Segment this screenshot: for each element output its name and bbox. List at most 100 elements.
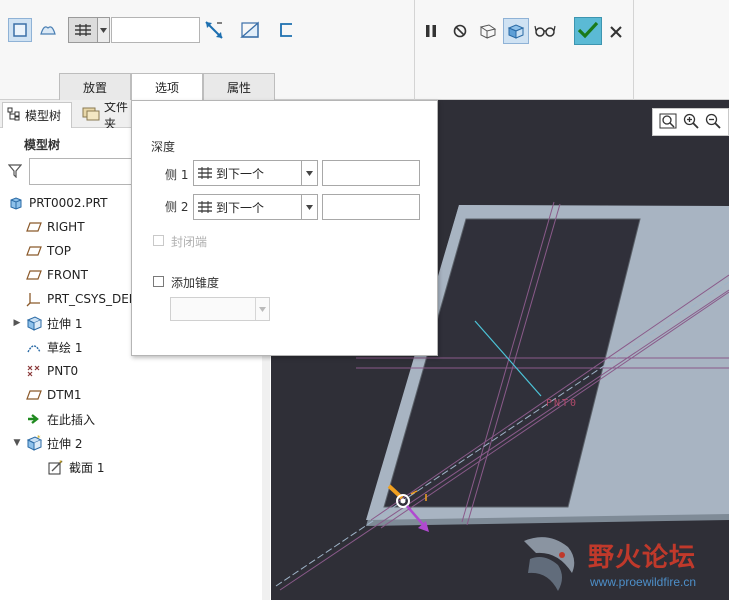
tree-item-extrude-2[interactable]: ▼ * 拉伸 2 <box>12 432 82 454</box>
remove-material-button[interactable] <box>238 18 262 42</box>
extrude-icon: * <box>26 435 42 451</box>
tree-item-front[interactable]: FRONT <box>26 264 88 286</box>
taper-angle-dropdown[interactable] <box>170 297 270 321</box>
pause-button[interactable] <box>419 19 443 43</box>
side2-label: 侧 2 <box>165 200 189 214</box>
depth-value-input[interactable] <box>111 17 200 43</box>
zoom-out-icon[interactable] <box>705 113 721 132</box>
tree-item-label: 草绘 1 <box>47 340 83 355</box>
side2-depth-dropdown[interactable]: 到下一个 <box>193 194 318 220</box>
tree-item-section-1[interactable]: * 截面 1 <box>48 456 104 478</box>
side1-label: 侧 1 <box>165 168 189 182</box>
depth-option-dropdown[interactable] <box>68 17 110 43</box>
tree-item-part[interactable]: PRT0002.PRT <box>8 192 107 214</box>
tree-item-csys[interactable]: PRT_CSYS_DEF <box>26 288 136 310</box>
no-preview-button[interactable] <box>448 19 472 43</box>
model-tree-icon <box>7 107 21 124</box>
close-icon <box>610 26 622 38</box>
tree-item-right[interactable]: RIGHT <box>26 216 85 238</box>
no-preview-icon <box>453 24 467 38</box>
to-next-icon <box>194 200 216 214</box>
sketch-icon <box>26 339 42 355</box>
view-toolbar <box>652 108 729 136</box>
surface-icon <box>39 22 57 38</box>
tree-item-label: 拉伸 1 <box>47 316 83 331</box>
blind-depth-icon <box>69 23 97 37</box>
geometry-preview-icon <box>477 23 497 39</box>
chevron-down-icon <box>255 298 269 320</box>
verify-button[interactable] <box>503 18 529 44</box>
datum-plane-icon <box>26 387 42 403</box>
solid-button[interactable] <box>8 18 32 42</box>
glasses-button[interactable] <box>533 19 557 43</box>
ribbon-separator <box>414 0 415 100</box>
tree-item-label: RIGHT <box>47 220 85 234</box>
model-tree-title: 模型树 <box>24 138 61 152</box>
tab-folder-label: 文件夹 <box>104 102 129 128</box>
surface-button[interactable] <box>36 18 60 42</box>
tree-item-label: TOP <box>47 244 72 258</box>
datum-plane-icon <box>26 219 42 235</box>
chevron-down-icon <box>301 195 317 219</box>
tab-model-tree-label: 模型树 <box>25 109 62 123</box>
side1-depth-input[interactable] <box>322 160 420 186</box>
tab-options[interactable]: 选项 <box>131 73 203 101</box>
verify-icon <box>507 23 525 39</box>
datum-point-icon <box>26 363 42 379</box>
thicken-sketch-icon <box>277 21 295 39</box>
side1-depth-dropdown[interactable]: 到下一个 <box>193 160 318 186</box>
feature-dashboard: 放置 选项 属性 <box>0 0 729 101</box>
point-label: PNT0 <box>546 398 578 409</box>
tree-item-pnt0[interactable]: PNT0 <box>26 360 78 382</box>
remove-material-icon <box>240 21 260 39</box>
tree-item-sketch-1[interactable]: 草绘 1 <box>26 336 82 358</box>
expand-arrow-icon[interactable]: ▶ <box>12 318 22 328</box>
tab-properties[interactable]: 属性 <box>203 73 275 100</box>
add-taper-label: 添加锥度 <box>171 276 220 290</box>
options-panel: 深度 侧 1 到下一个 侧 2 到下一个 封闭端 添加锥度 <box>131 100 438 356</box>
extrude-icon <box>26 315 42 331</box>
side2-depth-input[interactable] <box>322 194 420 220</box>
filter-icon[interactable] <box>7 164 23 181</box>
datum-plane-icon <box>26 243 42 259</box>
capped-ends-label: 封闭端 <box>171 235 208 249</box>
add-taper-checkbox[interactable] <box>153 276 164 287</box>
tree-item-dtm1[interactable]: DTM1 <box>26 384 82 406</box>
tree-item-insert-here[interactable]: 在此插入 <box>26 408 95 430</box>
side2-depth-value: 到下一个 <box>216 200 265 215</box>
solid-icon <box>12 22 28 38</box>
thicken-sketch-button[interactable] <box>274 18 298 42</box>
cancel-button[interactable] <box>604 20 628 44</box>
glasses-icon <box>534 24 556 38</box>
zoom-in-icon[interactable] <box>683 113 699 132</box>
capped-ends-checkbox[interactable] <box>153 235 164 246</box>
flip-direction-icon <box>203 19 225 41</box>
coordinate-system-icon <box>26 291 42 307</box>
tree-item-label: PRT0002.PRT <box>29 196 108 210</box>
tab-folder-browser[interactable]: 文件夹 <box>78 102 138 128</box>
geometry-preview-button[interactable] <box>475 19 499 43</box>
watermark-url: www.proewildfire.cn <box>590 575 697 589</box>
checkmark-icon <box>577 20 599 43</box>
tree-item-label: PNT0 <box>47 364 79 378</box>
tab-placement[interactable]: 放置 <box>59 73 131 100</box>
tree-item-label: PRT_CSYS_DEF <box>47 292 136 306</box>
depth-section-title: 深度 <box>151 140 176 154</box>
tree-item-extrude-1[interactable]: ▶ 拉伸 1 <box>12 312 82 334</box>
tab-model-tree[interactable]: 模型树 <box>2 102 72 128</box>
pause-icon <box>424 24 438 38</box>
flip-direction-button[interactable] <box>202 18 226 42</box>
part-icon <box>8 195 24 211</box>
svg-text:*: * <box>37 435 41 442</box>
tree-item-label: 截面 1 <box>69 460 105 475</box>
to-next-icon <box>194 166 216 180</box>
ribbon-separator <box>633 0 634 100</box>
forum-watermark: 野火论坛 www.proewildfire.cn <box>516 533 729 600</box>
collapse-arrow-icon[interactable]: ▼ <box>12 438 22 448</box>
folder-icon <box>82 106 100 125</box>
ok-button[interactable] <box>574 17 602 45</box>
side1-depth-value: 到下一个 <box>216 166 265 181</box>
tree-item-top[interactable]: TOP <box>26 240 71 262</box>
chevron-down-icon <box>97 18 109 42</box>
refit-icon[interactable] <box>659 113 677 132</box>
